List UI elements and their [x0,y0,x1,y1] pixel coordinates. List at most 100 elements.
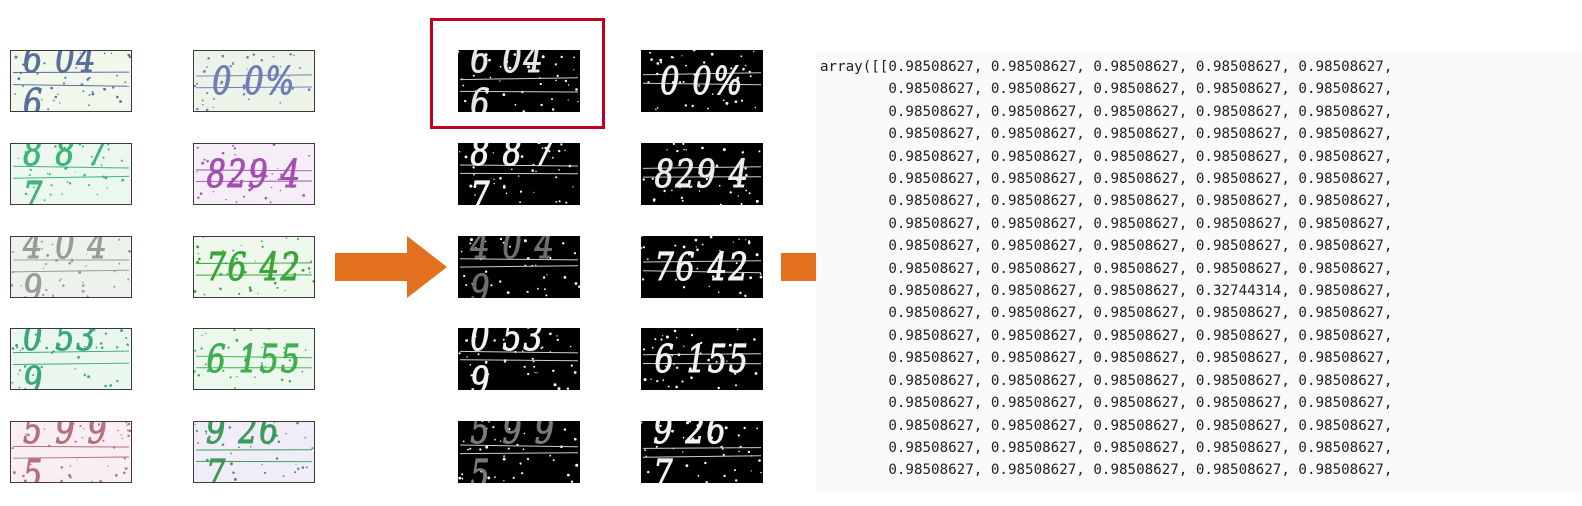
array-value: 0.98508627 [990,171,1077,188]
array-value: 0.98508627 [888,305,974,322]
noise-dot [16,346,19,349]
noise-dot [753,50,755,53]
noise-dot [120,434,122,436]
array-value: 0.98508627 [990,81,1077,98]
array-value: 0.98508627 [1195,372,1282,389]
noise-dot [650,378,652,380]
noise-dot [20,285,22,287]
array-value: 0.98508627 [1298,417,1384,434]
noise-dot [201,99,204,102]
array-value: 0.98508627 [888,283,974,300]
noise-dot [572,186,574,188]
array-value: 0.98508627 [1093,126,1179,143]
noise-dot [641,236,643,237]
noise-dot [202,237,205,238]
noise-dot [125,337,128,340]
noise-dot [126,424,128,426]
noise-dot [755,199,759,203]
noise-dot [196,171,198,173]
array-value: 0.98508627 [1298,283,1384,300]
noise-dot [196,107,199,111]
captcha-image: 8 8 7 7 [10,143,132,205]
captcha-text: 8 8 7 7 [23,143,109,205]
noise-dot [123,471,126,474]
array-value: 0.98508627 [990,439,1077,456]
noise-dot [127,422,131,426]
noise-dot [124,81,127,84]
selected-captcha-highlight [430,18,605,129]
array-value: 0.98508627 [888,238,974,255]
noise-dot [647,470,650,474]
noise-dot [754,106,756,109]
captcha-text: 5 9 9 5 [23,421,109,483]
array-value: 0.98508627 [888,350,974,367]
array-value: 0.98508627 [1298,350,1384,367]
noise-dot [760,471,762,474]
array-value: 0.98508627 [1093,193,1179,210]
noise-dot [194,290,197,293]
array-value: 0.98508627 [888,260,974,277]
noise-dot [302,194,306,197]
noise-dot [17,77,21,80]
noise-dot [200,347,203,350]
array-value: 0.98508627 [1093,283,1179,300]
noise-dot [195,429,199,432]
array-output-text: array([[0.98508627, 0.98508627, 0.985086… [820,56,1392,482]
array-value: 0.98508627 [990,103,1077,120]
array-value: 0.98508627 [1298,395,1384,412]
captcha-text: 8 8 7 7 [470,143,556,205]
binarized-captcha-image: 8 8 7 7 [458,143,580,205]
array-value: 0.98508627 [1093,305,1179,322]
array-value: 0.98508627 [990,59,1077,75]
array-value: 0.98508627 [1195,327,1282,344]
captcha-text: 76 42 [206,245,302,290]
array-values: 0.98508627, 0.98508627, 0.98508627, 0.98… [888,59,1393,479]
captcha-image: 0 0% [193,50,315,112]
array-value: 0.98508627 [1195,81,1282,98]
noise-dot [458,476,462,480]
noise-dot [758,150,761,153]
binarized-captcha-image: 5 9 9 5 [458,421,580,483]
noise-dot [310,260,313,263]
array-value: 0.98508627 [990,238,1077,255]
noise-dot [760,273,762,275]
noise-dot [305,466,308,469]
array-value: 0.98508627 [888,103,974,120]
noise-dot [642,246,645,249]
binarized-captcha-image: 4 0 4 9 [458,236,580,298]
noise-dot [574,282,578,285]
noise-dot [578,285,580,288]
captcha-image: 4 0 4 9 [10,236,132,298]
array-value: 0.98508627 [990,350,1077,367]
noise-dot [570,364,573,367]
noise-dot [18,369,22,372]
noise-dot [17,373,19,375]
arrow-right-icon [335,236,447,298]
array-value: 0.98508627 [990,305,1077,322]
captcha-image: 829 4 [193,143,315,205]
noise-dot [12,471,16,474]
noise-dot [126,429,129,432]
array-value: 0.98508627 [1298,372,1384,389]
noise-dot [301,268,305,272]
noise-dot [11,251,14,253]
array-value: 0.98508627 [1093,395,1179,412]
noise-dot [14,55,18,59]
captcha-text: 4 0 4 9 [470,236,556,298]
array-value: 0.98508627 [1195,103,1282,120]
array-value: 0.98508627 [1093,260,1179,277]
captcha-text: 0 0% [212,59,296,104]
noise-dot [641,247,643,249]
noise-dot [462,440,465,443]
noise-dot [304,349,307,351]
noise-dot [754,372,758,375]
noise-dot [756,427,758,430]
array-value: 0.98508627 [888,462,974,479]
array-value: 0.98508627 [1093,372,1179,389]
array-value: 0.98508627 [1195,193,1282,210]
noise-dot [194,370,196,373]
array-value: 0.98508627 [1195,148,1282,165]
array-value: 0.98508627 [888,126,974,143]
array-value: 0.98508627 [888,327,974,344]
array-value: 0.98508627 [1093,439,1179,456]
